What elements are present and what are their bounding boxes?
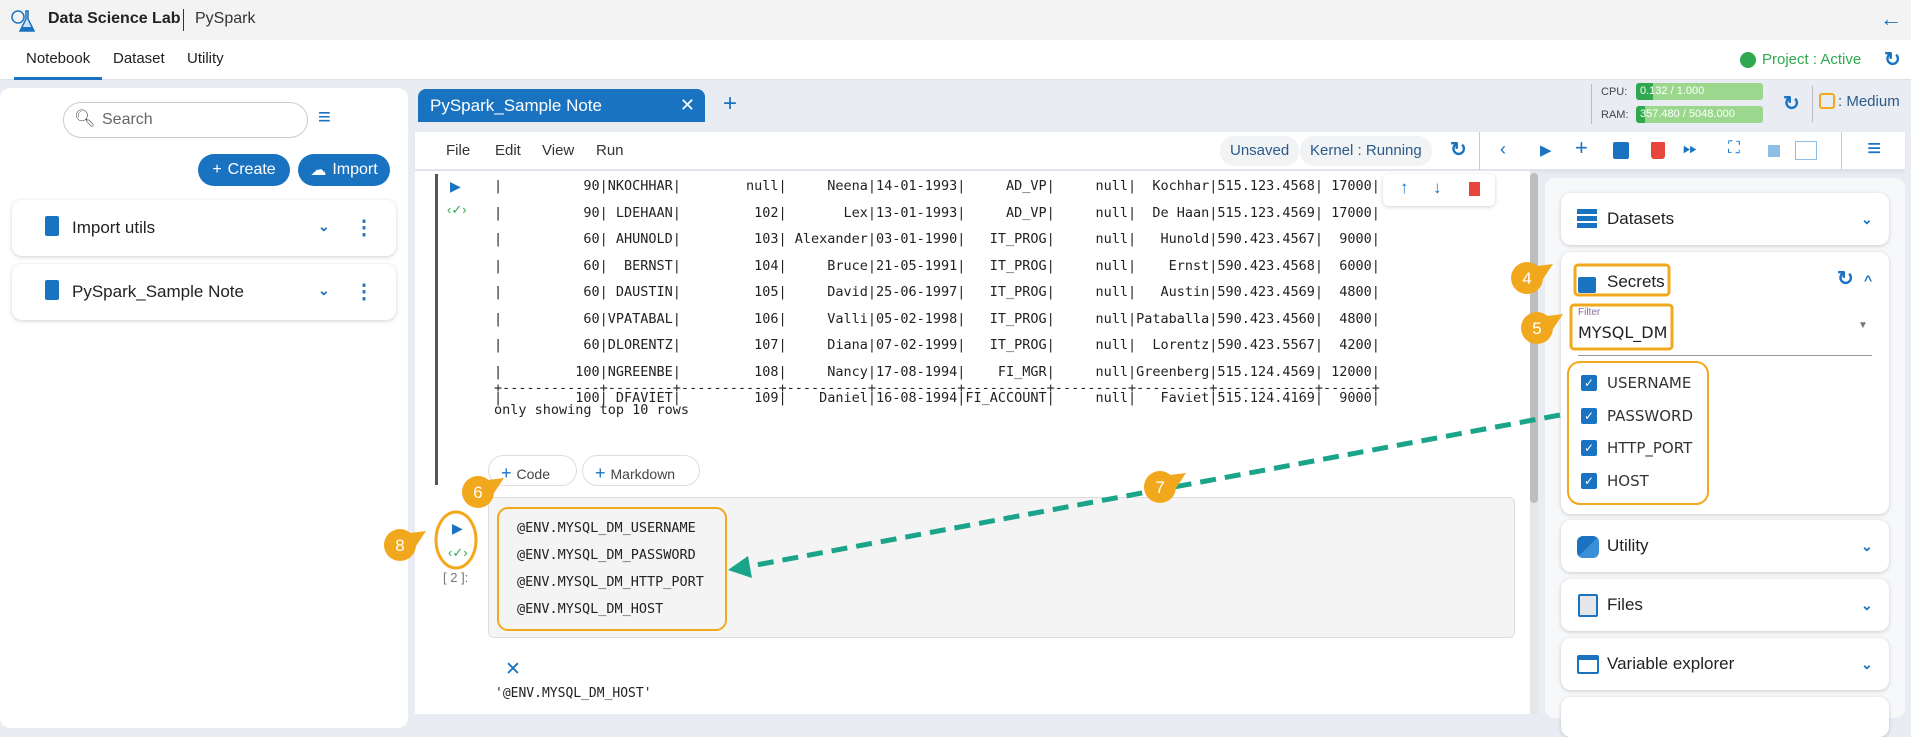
highlight-secrets-title xyxy=(1573,263,1671,297)
annotation-marker-5: 5 xyxy=(1521,312,1563,344)
annotation-marker-4: 4 xyxy=(1511,262,1553,294)
marker-number: 4 xyxy=(1522,269,1531,288)
highlight-filter xyxy=(1569,303,1674,351)
highlight-run-controls xyxy=(434,510,478,570)
marker-number: 8 xyxy=(395,536,404,555)
highlight-code-box xyxy=(497,507,727,631)
arrow-head xyxy=(728,556,752,578)
marker-number: 6 xyxy=(473,483,482,502)
highlight-secret-list xyxy=(1567,361,1709,505)
annotation-marker-6: 6 xyxy=(462,476,504,508)
marker-number: 7 xyxy=(1155,478,1164,497)
marker-number: 5 xyxy=(1532,319,1541,338)
annotation-overlay: 4 5 6 7 8 xyxy=(384,262,1709,631)
annotation-marker-8: 8 xyxy=(384,529,426,561)
